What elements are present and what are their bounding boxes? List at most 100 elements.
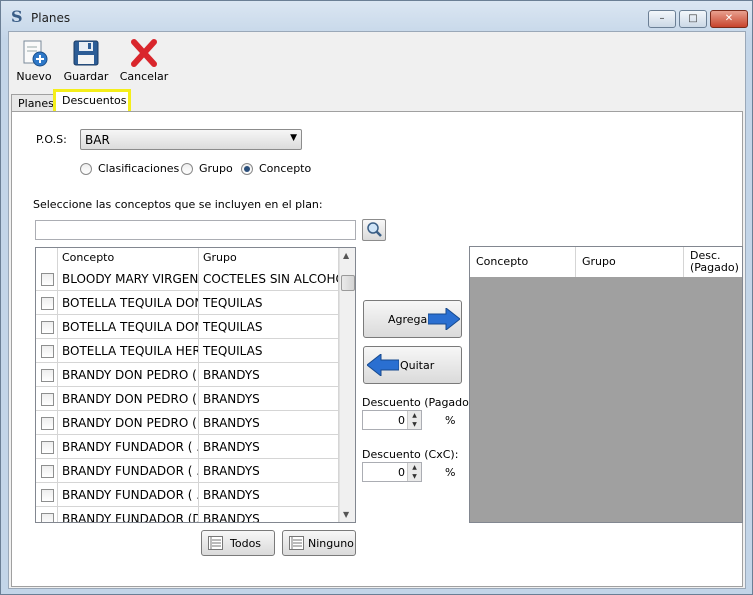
available-concepts-grid: Concepto Grupo BLOODY MARY VIRGEN COCTELE… [35, 247, 356, 523]
row-checkbox[interactable] [41, 489, 54, 502]
row-checkbox[interactable] [41, 465, 54, 478]
row-checkbox[interactable] [41, 297, 54, 310]
radio-label: Clasificaciones [98, 162, 180, 175]
table-row[interactable]: BLOODY MARY VIRGEN COCTELES SIN ALCOHOL [36, 267, 339, 291]
arrow-left-icon [367, 354, 399, 376]
spin-up-icon[interactable]: ▲ [407, 463, 421, 472]
table-row[interactable]: BOTELLA TEQUILA HER... TEQUILAS [36, 339, 339, 363]
arrow-right-icon [428, 308, 460, 330]
checkbox-cell [36, 411, 58, 435]
checkbox-cell [36, 483, 58, 507]
percent-label-pagado: % [445, 414, 456, 427]
descuento-pagado-stepper[interactable]: 0 ▲ ▼ [362, 410, 422, 430]
concepto-cell: BRANDY DON PEDRO (... [58, 411, 199, 435]
checkbox-cell [36, 387, 58, 411]
quitar-button[interactable]: Quitar [363, 346, 462, 384]
grupo-cell: BRANDYS [199, 435, 339, 459]
minimize-button[interactable]: – [648, 10, 676, 28]
row-checkbox[interactable] [41, 441, 54, 454]
table-row[interactable]: BRANDY FUNDADOR ( ... BRANDYS [36, 459, 339, 483]
checkbox-cell [36, 315, 58, 339]
concepto-cell: BRANDY FUNDADOR ( ... [58, 459, 199, 483]
concepto-cell: BOTELLA TEQUILA DON... [58, 315, 199, 339]
table-row[interactable]: BOTELLA TEQUILA DON...TEQUILAS [36, 291, 339, 315]
checkbox-cell [36, 267, 58, 291]
percent-label-cxc: % [445, 466, 456, 479]
concepto-cell: BRANDY FUNDADOR ( ... [58, 483, 199, 507]
app-logo-icon: S [11, 7, 23, 26]
grupo-cell: TEQUILAS [199, 339, 339, 363]
tab-planes[interactable]: Planes [11, 94, 55, 112]
nuevo-button[interactable]: Nuevo [15, 38, 53, 83]
descuento-cxc-stepper[interactable]: 0 ▲ ▼ [362, 462, 422, 482]
list-icon [289, 536, 304, 550]
concepto-cell: BRANDY FUNDADOR ( ... [58, 435, 199, 459]
row-checkbox[interactable] [41, 321, 54, 334]
scroll-up-icon[interactable]: ▲ [343, 251, 349, 260]
app-window: S Planes – □ ✕ Nuevo Guardar Cancelar Pl… [0, 0, 753, 595]
column-header-concepto[interactable]: Concepto [470, 247, 576, 277]
spin-down-icon[interactable]: ▼ [407, 420, 421, 429]
row-checkbox[interactable] [41, 513, 54, 522]
agregar-label: Agregar [388, 313, 432, 326]
table-row[interactable]: BRANDY DON PEDRO ( ... BRANDYS [36, 363, 339, 387]
checkbox-cell [36, 507, 58, 522]
column-header-grupo[interactable]: Grupo [199, 248, 339, 267]
table-row[interactable]: BRANDY FUNDADOR ( ... BRANDYS [36, 435, 339, 459]
table-row[interactable]: BOTELLA TEQUILA DON...TEQUILAS [36, 315, 339, 339]
vertical-scrollbar[interactable]: ▲ ▼ [339, 248, 355, 522]
close-button[interactable]: ✕ [710, 10, 748, 28]
table-row[interactable]: BRANDY DON PEDRO ( ... BRANDYS [36, 387, 339, 411]
grupo-cell: COCTELES SIN ALCOHOL [199, 267, 339, 291]
table-row[interactable]: BRANDY DON PEDRO (... BRANDYS [36, 411, 339, 435]
red-x-icon [131, 39, 157, 67]
cancelar-button[interactable]: Cancelar [119, 38, 169, 83]
todos-button[interactable]: Todos [201, 530, 275, 556]
table-row[interactable]: BRANDY FUNDADOR (D... BRANDYS [36, 507, 339, 522]
todos-label: Todos [230, 537, 262, 550]
grupo-cell: BRANDYS [199, 483, 339, 507]
scroll-down-icon[interactable]: ▼ [343, 510, 349, 519]
search-button[interactable] [362, 219, 386, 241]
guardar-button[interactable]: Guardar [63, 38, 109, 83]
pos-select-value: BAR [85, 133, 110, 147]
spin-up-icon[interactable]: ▲ [407, 411, 421, 420]
row-checkbox[interactable] [41, 417, 54, 430]
tab-descuentos[interactable]: Descuentos [53, 89, 131, 114]
concepto-cell: BRANDY DON PEDRO ( ... [58, 363, 199, 387]
search-input[interactable] [35, 220, 356, 240]
instruction-text: Seleccione las conceptos que se incluyen… [33, 198, 323, 211]
nuevo-label: Nuevo [16, 70, 52, 83]
list-icon [208, 536, 223, 550]
scroll-thumb[interactable] [341, 275, 355, 291]
radio-dot [181, 163, 193, 175]
cancelar-label: Cancelar [119, 70, 169, 83]
maximize-button[interactable]: □ [679, 10, 707, 28]
grid-header: Concepto Grupo [36, 248, 339, 267]
row-checkbox[interactable] [41, 273, 54, 286]
grid-header: Concepto Grupo Desc. (Pagado) [470, 247, 742, 277]
column-header-concepto[interactable]: Concepto [58, 248, 199, 267]
column-header-desc-pagado[interactable]: Desc. (Pagado) [684, 247, 742, 277]
column-header-grupo[interactable]: Grupo [576, 247, 684, 277]
table-row[interactable]: BRANDY FUNDADOR ( ... BRANDYS [36, 483, 339, 507]
pos-select[interactable]: BAR ▼ [80, 129, 302, 150]
spin-down-icon[interactable]: ▼ [407, 472, 421, 481]
pos-label: P.O.S: [36, 133, 67, 146]
new-document-icon [23, 40, 48, 67]
descuento-pagado-value: 0 [398, 414, 405, 427]
concepto-cell: BLOODY MARY VIRGEN [58, 267, 199, 291]
concepto-cell: BRANDY DON PEDRO ( ... [58, 387, 199, 411]
title-bar[interactable]: S Planes – □ ✕ [1, 1, 752, 31]
agregar-button[interactable]: Agregar [363, 300, 462, 338]
grupo-cell: BRANDYS [199, 507, 339, 522]
ninguno-button[interactable]: Ninguno [282, 530, 356, 556]
row-checkbox[interactable] [41, 369, 54, 382]
row-checkbox[interactable] [41, 345, 54, 358]
client-area: Nuevo Guardar Cancelar Planes Descuentos… [8, 31, 746, 589]
row-checkbox[interactable] [41, 393, 54, 406]
grupo-cell: BRANDYS [199, 387, 339, 411]
descuento-pagado-label: Descuento (Pagado): [362, 396, 477, 409]
descuentos-panel: P.O.S: BAR ▼ Clasificaciones Grupo Conce… [11, 111, 743, 587]
checkbox-cell [36, 363, 58, 387]
